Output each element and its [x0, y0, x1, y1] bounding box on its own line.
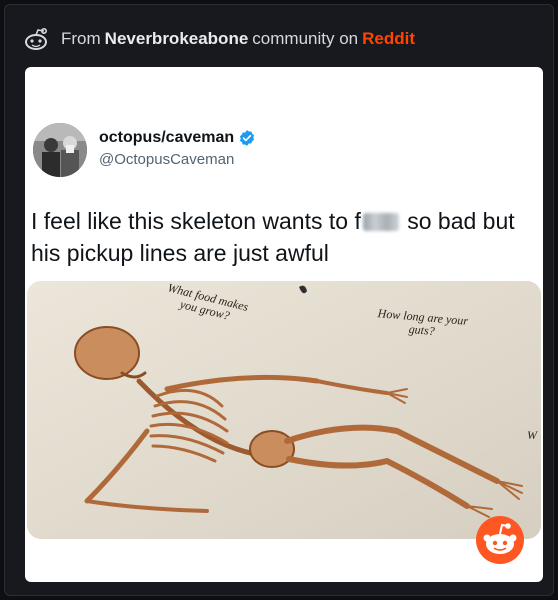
- tweet-card: octopus/caveman @OctopusCaveman I feel l…: [25, 67, 543, 582]
- avatar-photo-icon: [33, 123, 87, 177]
- tweet-text: I feel like this skeleton wants to f so …: [31, 205, 531, 269]
- tweet-image[interactable]: What food makes you grow? How long are y…: [27, 281, 541, 539]
- post-frame: From Neverbrokeabone community on Reddit…: [4, 4, 554, 596]
- avatar[interactable]: [33, 123, 87, 177]
- verified-badge-icon: [240, 130, 255, 146]
- censor-blur: [362, 213, 399, 231]
- source-prefix: From: [61, 29, 101, 48]
- reddit-link[interactable]: Reddit: [362, 29, 415, 49]
- community-link[interactable]: Neverbrokeabone: [105, 29, 249, 49]
- source-suffix: community on: [252, 29, 359, 48]
- tweet-author: octopus/caveman @OctopusCaveman: [99, 129, 256, 168]
- author-name[interactable]: octopus/caveman: [99, 129, 234, 147]
- reddit-logo-icon: [25, 27, 47, 50]
- author-handle[interactable]: @OctopusCaveman: [99, 151, 256, 168]
- caption-edge: W: [527, 428, 537, 442]
- source-bar: From Neverbrokeabone community on Reddit: [23, 25, 535, 53]
- tweet-text-start: I feel like this skeleton wants to f: [31, 208, 361, 234]
- reddit-snoo-icon[interactable]: [475, 515, 525, 565]
